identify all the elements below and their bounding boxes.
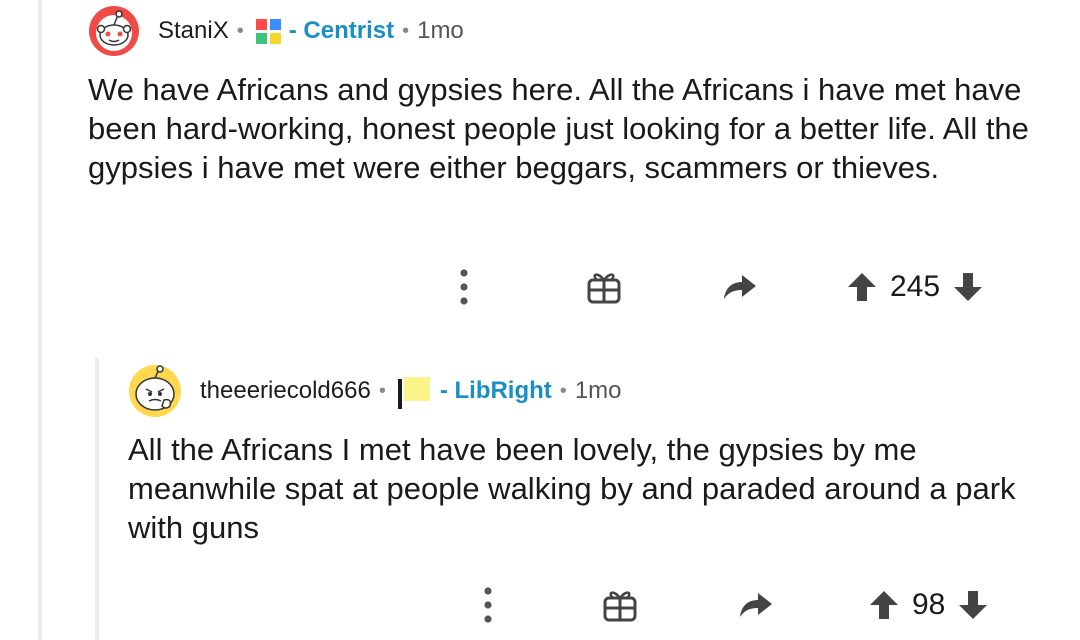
flair-leaning: - Centrist (288, 17, 395, 44)
gift-icon (587, 273, 621, 304)
more-options-button[interactable] (458, 267, 470, 307)
comment-actions: 245 (88, 262, 1068, 312)
comment-header: theeeriecold666 • - LibRight • 1mo (128, 352, 1068, 430)
timestamp: 1mo (417, 17, 464, 44)
comment-body: We have Africans and gypsies here. All t… (88, 72, 1029, 185)
award-button[interactable] (602, 588, 638, 622)
separator-dot: • (559, 379, 567, 402)
reply-button[interactable] (722, 273, 758, 301)
reply-button[interactable] (738, 591, 774, 619)
vote-count: 98 (912, 588, 946, 621)
more-vertical-icon (484, 587, 492, 623)
upvote-arrow-icon[interactable] (846, 271, 878, 303)
reply-comment: theeeriecold666 • - LibRight • 1mo All t… (128, 352, 1068, 623)
comment-header: StaniX • - Centrist • 1mo (88, 0, 1068, 62)
avatar[interactable] (88, 5, 140, 57)
reply-thread-line[interactable] (95, 358, 99, 640)
avatar[interactable] (128, 364, 182, 418)
more-options-button[interactable] (482, 585, 494, 625)
political-compass-quad-icon (255, 18, 281, 44)
downvote-arrow-icon[interactable] (952, 271, 984, 303)
downvote-arrow-icon[interactable] (957, 589, 989, 621)
libright-square-icon (397, 377, 430, 409)
username[interactable]: theeeriecold666 (200, 377, 371, 405)
separator-dot: • (236, 19, 244, 42)
reply-arrow-icon (740, 593, 772, 617)
gift-icon (603, 591, 637, 622)
comment: StaniX • - Centrist • 1mo We have Africa… (88, 0, 1068, 305)
more-vertical-icon (460, 269, 468, 305)
reply-arrow-icon (724, 275, 756, 299)
comment-body: All the Africans I met have been lovely,… (128, 432, 1016, 545)
separator-dot: • (378, 379, 386, 402)
flair-leaning: - LibRight (439, 377, 552, 404)
username[interactable]: StaniX (158, 17, 229, 45)
upvote-arrow-icon[interactable] (868, 589, 900, 621)
award-button[interactable] (586, 270, 622, 304)
vote-controls: 98 (868, 588, 989, 622)
timestamp: 1mo (574, 377, 622, 404)
vote-controls: 245 (846, 270, 984, 304)
vote-count: 245 (890, 270, 941, 303)
separator-dot: • (402, 19, 410, 42)
comment-actions: 98 (128, 580, 1068, 630)
thread-line[interactable] (38, 0, 42, 640)
